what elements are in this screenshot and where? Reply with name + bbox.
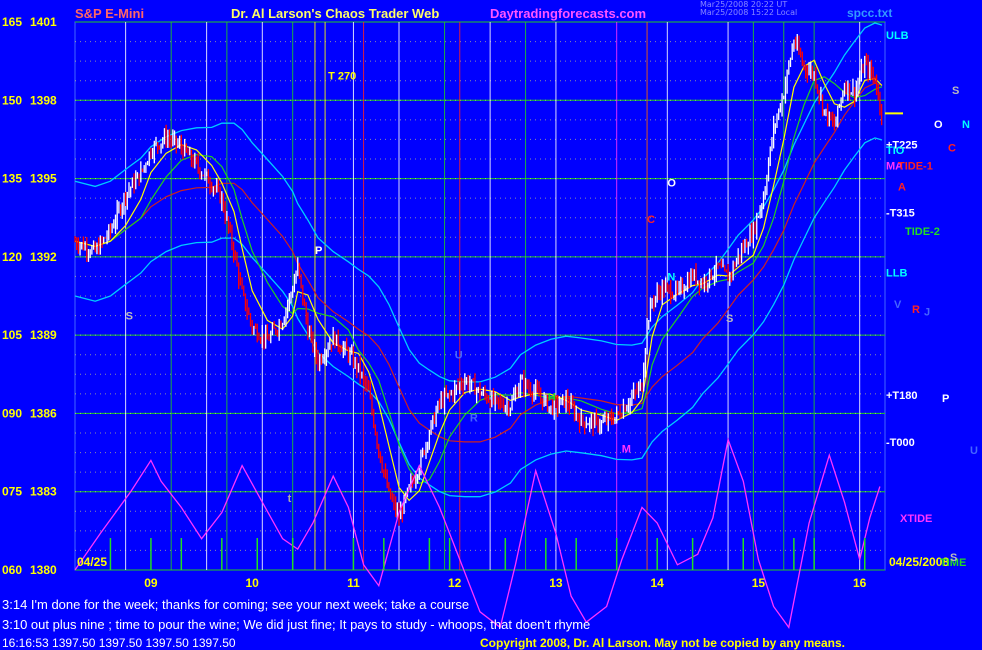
x-tick-label: 15 <box>752 576 766 590</box>
axis-label: -T315 <box>886 207 915 219</box>
axis-label: +T180 <box>886 390 918 402</box>
inline-marker: O <box>667 177 676 189</box>
chart-canvas: 165 1401 150 1398 135 1395 120 1392 105 1389 090 13… <box>2 15 978 629</box>
y-tick-osc: 135 <box>2 172 22 186</box>
chart-title: S&P E-Mini <box>75 6 145 21</box>
axis-label: TIDE-1 <box>898 161 933 173</box>
y-tick-price: 1398 <box>30 93 57 107</box>
inline-marker: S <box>126 310 133 322</box>
axis-label: TIO <box>886 145 905 157</box>
x-tick-label: 10 <box>246 576 260 590</box>
timestamp: Mar25/2008 20:22 UT Mar25/2008 15:22 Loc… <box>700 1 797 17</box>
y-tick-price: 1389 <box>30 328 57 342</box>
commentary-line-1: 3:14 I'm done for the week; thanks for c… <box>2 597 470 612</box>
y-tick-osc: 075 <box>2 485 22 499</box>
y-tick-osc: 120 <box>2 250 22 264</box>
chart-subtitle: Dr. Al Larson's Chaos Trader Web <box>231 6 440 21</box>
side-marker: P <box>942 393 949 405</box>
y-tick-osc: 150 <box>2 93 22 107</box>
commentary-line-2: 3:10 out plus nine ; time to pour the wi… <box>2 617 591 632</box>
side-marker: V <box>894 299 902 311</box>
inline-marker: P <box>315 245 322 257</box>
side-marker: R <box>912 304 920 316</box>
inline-marker: t <box>288 493 292 505</box>
y-tick-osc: 105 <box>2 328 22 342</box>
inline-marker: T 270 <box>328 70 356 82</box>
inline-marker: M <box>622 444 631 456</box>
y-tick-price: 1392 <box>30 250 57 264</box>
inline-marker: H <box>548 391 556 403</box>
inline-marker: C <box>647 214 655 226</box>
axis-label: ULB <box>886 30 909 42</box>
website-link[interactable]: Daytradingforecasts.com <box>490 6 646 21</box>
chart-window: { "header": { "title": "S&P E-Mini", "su… <box>0 0 982 650</box>
y-tick-price: 1395 <box>30 172 57 186</box>
y-tick-osc: 060 <box>2 563 22 577</box>
x-tick-label: 12 <box>448 576 462 590</box>
side-marker: C <box>948 142 956 154</box>
inline-marker: S <box>726 313 733 325</box>
data-file-name: spcc.txt <box>847 6 893 20</box>
side-marker: J <box>924 307 930 319</box>
last-quote: 16:16:53 1397.50 1397.50 1397.50 1397.50 <box>2 636 236 650</box>
date-left-label: 04/25 <box>77 555 107 569</box>
y-tick-price: 1383 <box>30 485 57 499</box>
axis-label: A <box>898 181 906 193</box>
axis-label: LLB <box>886 268 907 280</box>
y-tick-price: 1386 <box>30 406 57 420</box>
y-tick-osc: 090 <box>2 406 22 420</box>
timestamp-local: Mar25/2008 15:22 Local <box>700 8 798 17</box>
axis-label: XTIDE <box>900 513 932 525</box>
inline-marker: N <box>667 271 675 283</box>
y-tick-osc: 165 <box>2 15 22 29</box>
side-marker: S <box>950 552 957 564</box>
axis-label: -T000 <box>886 437 915 449</box>
x-tick-label: 14 <box>651 576 665 590</box>
x-tick-label: 11 <box>347 576 360 590</box>
inline-marker: R <box>470 412 478 424</box>
y-tick-price: 1380 <box>30 563 57 577</box>
side-marker: S <box>952 85 959 97</box>
y-tick-price: 1401 <box>30 15 57 29</box>
x-tick-label: 09 <box>144 576 158 590</box>
inline-marker: U <box>455 350 463 362</box>
x-tick-label: 13 <box>549 576 563 590</box>
copyright-notice: Copyright 2008, Dr. Al Larson. May not b… <box>480 636 845 650</box>
axis-label: TIDE-2 <box>905 226 940 238</box>
side-marker: U <box>970 445 978 457</box>
side-marker: O <box>934 119 943 131</box>
side-marker: N <box>962 119 970 131</box>
x-tick-label: 16 <box>853 576 867 590</box>
